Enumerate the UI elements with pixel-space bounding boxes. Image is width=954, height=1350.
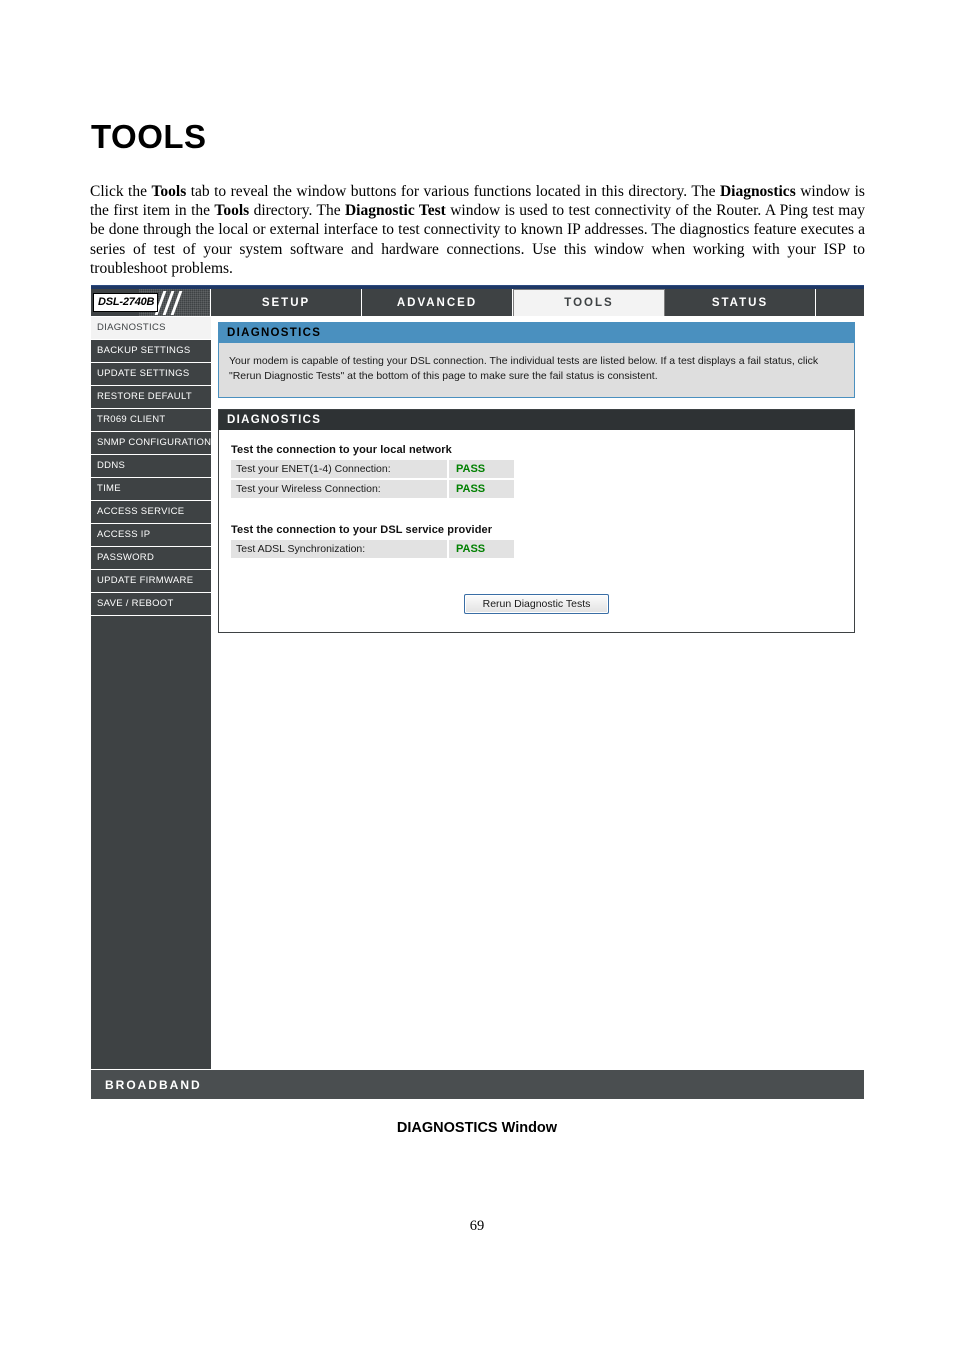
ui-footer: BROADBAND bbox=[91, 1069, 864, 1099]
sidebar-item-backup-settings[interactable]: BACKUP SETTINGS bbox=[91, 340, 211, 363]
page-title: TOOLS bbox=[91, 118, 207, 155]
figure-caption: DIAGNOSTICS Window bbox=[396, 1120, 558, 1136]
test-label-enet: Test your ENET(1-4) Connection: bbox=[231, 460, 449, 480]
router-web-ui: DSL-2740B SETUP ADVANCED TOOLS STATUS DI… bbox=[91, 285, 864, 1099]
main-nav-bar: DSL-2740B SETUP ADVANCED TOOLS STATUS bbox=[91, 289, 864, 317]
table-row: Test your Wireless Connection: PASS bbox=[231, 479, 514, 500]
sidebar-item-snmp-configuration[interactable]: SNMP CONFIGURATION bbox=[91, 432, 211, 455]
test-label-wireless: Test your Wireless Connection: bbox=[231, 479, 449, 500]
nav-tab-spacer bbox=[816, 289, 864, 316]
sidebar-item-ddns[interactable]: DDNS bbox=[91, 455, 211, 478]
diagnostics-panel-body: Test the connection to your local networ… bbox=[219, 430, 854, 632]
sidebar-item-tr069-client[interactable]: TR069 CLIENT bbox=[91, 409, 211, 432]
sidebar-item-access-ip[interactable]: ACCESS IP bbox=[91, 524, 211, 547]
nav-tab-advanced[interactable]: ADVANCED bbox=[362, 289, 513, 316]
group-title-dsl-provider: Test the connection to your DSL service … bbox=[231, 524, 493, 536]
page-number: 69 bbox=[469, 1218, 485, 1234]
info-panel: DIAGNOSTICS Your modem is capable of tes… bbox=[218, 322, 855, 398]
document-page: TOOLS Click the Tools tab to reveal the … bbox=[0, 0, 954, 1350]
group-title-local-network: Test the connection to your local networ… bbox=[231, 444, 452, 456]
sidebar-item-password[interactable]: PASSWORD bbox=[91, 547, 211, 570]
content-area: DIAGNOSTICS Your modem is capable of tes… bbox=[211, 317, 864, 1069]
test-result-enet: PASS bbox=[448, 460, 514, 480]
sidebar-item-restore-default[interactable]: RESTORE DEFAULT bbox=[91, 386, 211, 409]
footer-brand-label: BROADBAND bbox=[105, 1077, 202, 1092]
info-panel-body: Your modem is capable of testing your DS… bbox=[219, 343, 854, 397]
sidebar: DIAGNOSTICS BACKUP SETTINGS UPDATE SETTI… bbox=[91, 317, 211, 1069]
sidebar-item-update-firmware[interactable]: UPDATE FIRMWARE bbox=[91, 570, 211, 593]
nav-tab-setup[interactable]: SETUP bbox=[211, 289, 362, 316]
table-row: Test your ENET(1-4) Connection: PASS bbox=[231, 460, 514, 480]
info-panel-header: DIAGNOSTICS bbox=[219, 323, 854, 343]
intro-paragraph: Click the Tools tab to reveal the window… bbox=[90, 183, 865, 277]
table-row: Test ADSL Synchronization: PASS bbox=[231, 540, 514, 560]
nav-tab-tools[interactable]: TOOLS bbox=[513, 289, 665, 316]
test-result-wireless: PASS bbox=[448, 479, 514, 500]
rerun-diagnostic-tests-button[interactable]: Rerun Diagnostic Tests bbox=[463, 594, 610, 614]
nav-tab-status[interactable]: STATUS bbox=[665, 289, 816, 316]
logo-model-label: DSL-2740B bbox=[93, 293, 159, 312]
diagnostics-panel: DIAGNOSTICS Test the connection to your … bbox=[218, 409, 855, 633]
product-logo: DSL-2740B bbox=[91, 289, 211, 316]
diagnostics-panel-header: DIAGNOSTICS bbox=[219, 410, 854, 430]
sidebar-item-access-service[interactable]: ACCESS SERVICE bbox=[91, 501, 211, 524]
sidebar-item-diagnostics[interactable]: DIAGNOSTICS bbox=[91, 317, 211, 340]
sidebar-item-save-reboot[interactable]: SAVE / REBOOT bbox=[91, 593, 211, 616]
ui-body: DIAGNOSTICS BACKUP SETTINGS UPDATE SETTI… bbox=[91, 317, 864, 1069]
button-row: Rerun Diagnostic Tests bbox=[231, 594, 842, 614]
test-result-adsl-sync: PASS bbox=[448, 540, 514, 560]
dsl-provider-test-table: Test ADSL Synchronization: PASS bbox=[231, 540, 514, 560]
sidebar-item-update-settings[interactable]: UPDATE SETTINGS bbox=[91, 363, 211, 386]
local-network-test-table: Test your ENET(1-4) Connection: PASS Tes… bbox=[231, 460, 514, 500]
sidebar-item-time[interactable]: TIME bbox=[91, 478, 211, 501]
test-label-adsl-sync: Test ADSL Synchronization: bbox=[231, 540, 449, 560]
